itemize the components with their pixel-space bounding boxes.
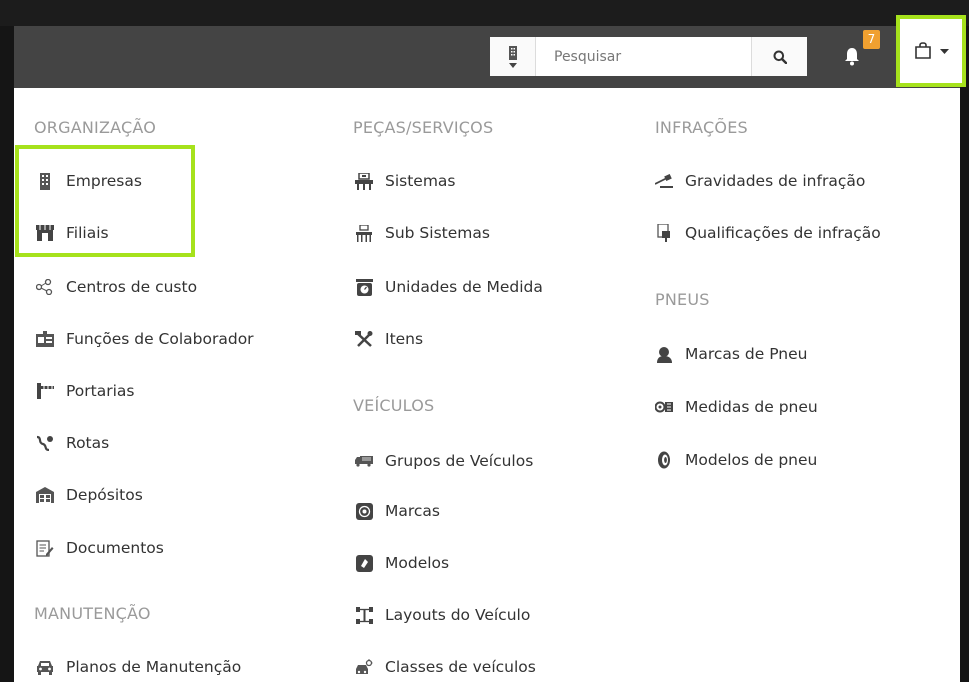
group-title-manutencao: MANUTENÇÃO xyxy=(34,604,151,623)
menu-item-modelos[interactable]: Modelos xyxy=(355,554,449,572)
menu-item-planos-de-manutencao[interactable]: Planos de Manutenção xyxy=(36,658,241,676)
menu-item-label: Medidas de pneu xyxy=(685,398,818,416)
menu-item-depositos[interactable]: Depósitos xyxy=(36,486,143,504)
search-icon xyxy=(773,50,787,64)
menu-item-label: Empresas xyxy=(66,172,142,190)
gavel-icon xyxy=(655,172,673,190)
menu-item-label: Grupos de Veículos xyxy=(385,452,534,470)
tire-measure-icon xyxy=(655,398,673,416)
car-maintenance-icon xyxy=(36,658,54,676)
menu-item-label: Modelos de pneu xyxy=(685,451,818,469)
group-title-organizacao: ORGANIZAÇÃO xyxy=(34,118,156,137)
menu-item-label: Unidades de Medida xyxy=(385,278,543,296)
group-title-pecas-servicos: PEÇAS/SERVIÇOS xyxy=(353,118,494,137)
menu-item-label: Itens xyxy=(385,330,424,348)
model-shield-icon xyxy=(355,554,373,572)
building-icon xyxy=(508,45,517,60)
route-icon xyxy=(36,434,54,452)
store-icon xyxy=(36,224,54,242)
menu-item-label: Layouts do Veículo xyxy=(385,606,531,624)
search-button[interactable] xyxy=(751,37,807,76)
user-menu-button[interactable] xyxy=(896,15,966,87)
menu-item-sistemas[interactable]: Sistemas xyxy=(355,172,456,190)
tire-brand-icon xyxy=(655,345,673,363)
network-icon xyxy=(36,278,54,296)
menu-item-centros-de-custo[interactable]: Centros de custo xyxy=(36,278,197,296)
menu-item-empresas[interactable]: Empresas xyxy=(36,172,142,190)
group-title-pneus: PNEUS xyxy=(655,290,710,309)
background-top xyxy=(0,0,969,26)
menu-item-marcas[interactable]: Marcas xyxy=(355,502,440,520)
menu-item-portarias[interactable]: Portarias xyxy=(36,382,134,400)
menu-item-sub-sistemas[interactable]: Sub Sistemas xyxy=(355,224,490,242)
menu-item-label: Planos de Manutenção xyxy=(66,658,242,676)
menu-item-unidades-de-medida[interactable]: Unidades de Medida xyxy=(355,278,543,296)
building-icon xyxy=(36,172,54,190)
caret-down-icon xyxy=(508,62,517,68)
truck-icon xyxy=(355,452,373,470)
bell-icon[interactable] xyxy=(840,44,864,68)
search-group xyxy=(490,37,807,76)
menu-item-label: Funções de Colaborador xyxy=(66,330,254,348)
top-navbar: 7 xyxy=(14,15,966,88)
shopping-bag-icon xyxy=(914,42,931,59)
menu-item-rotas[interactable]: Rotas xyxy=(36,434,109,452)
menu-item-label: Portarias xyxy=(66,382,135,400)
group-title-infracoes: INFRAÇÕES xyxy=(655,118,748,137)
menu-item-gravidades-de-infracao[interactable]: Gravidades de infração xyxy=(655,172,865,190)
menu-item-label: Qualificações de infração xyxy=(685,224,881,242)
subsystem-icon xyxy=(355,224,373,242)
gate-icon xyxy=(36,382,54,400)
brand-badge-icon xyxy=(355,502,373,520)
vehicle-class-icon xyxy=(355,658,373,676)
menu-item-label: Depósitos xyxy=(66,486,143,504)
id-badge-icon xyxy=(36,330,54,348)
menu-item-label: Sub Sistemas xyxy=(385,224,490,242)
menu-item-label: Modelos xyxy=(385,554,450,572)
document-edit-icon xyxy=(36,539,54,557)
menu-item-label: Rotas xyxy=(66,434,110,452)
menu-item-label: Classes de veículos xyxy=(385,658,536,676)
menu-item-filiais[interactable]: Filiais xyxy=(36,224,109,242)
menu-item-funcoes-de-colaborador[interactable]: Funções de Colaborador xyxy=(36,330,254,348)
menu-item-itens[interactable]: Itens xyxy=(355,330,423,348)
search-input[interactable] xyxy=(536,37,751,76)
menu-item-medidas-de-pneu[interactable]: Medidas de pneu xyxy=(655,398,818,416)
menu-item-label: Documentos xyxy=(66,539,164,557)
menu-item-layouts-do-veiculo[interactable]: Layouts do Veículo xyxy=(355,606,530,624)
scale-icon xyxy=(355,278,373,296)
menu-item-qualificacoes-de-infracao[interactable]: Qualificações de infração xyxy=(655,224,881,242)
dropdown-menu-panel: ORGANIZAÇÃO Empresas Filiais Centros de … xyxy=(14,88,960,682)
background-left xyxy=(0,26,14,682)
qualification-icon xyxy=(655,224,673,242)
menu-item-classes-de-veiculos[interactable]: Classes de veículos xyxy=(355,658,536,676)
warehouse-icon xyxy=(36,486,54,504)
background-right xyxy=(960,26,969,682)
search-type-dropdown[interactable] xyxy=(490,37,536,76)
menu-item-label: Marcas de Pneu xyxy=(685,345,808,363)
group-title-veiculos: VEÍCULOS xyxy=(353,396,435,415)
menu-item-marcas-de-pneu[interactable]: Marcas de Pneu xyxy=(655,345,808,363)
menu-item-label: Sistemas xyxy=(385,172,456,190)
menu-item-label: Marcas xyxy=(385,502,440,520)
system-icon xyxy=(355,172,373,190)
axle-layout-icon xyxy=(355,606,373,624)
menu-item-modelos-de-pneu[interactable]: Modelos de pneu xyxy=(655,451,817,469)
menu-item-grupos-de-veiculos[interactable]: Grupos de Veículos xyxy=(355,452,533,470)
menu-item-documentos[interactable]: Documentos xyxy=(36,539,164,557)
caret-down-icon xyxy=(939,48,949,54)
menu-item-label: Filiais xyxy=(66,224,109,242)
menu-item-label: Gravidades de infração xyxy=(685,172,866,190)
tools-icon xyxy=(355,330,373,348)
tire-icon xyxy=(655,451,673,469)
notification-badge: 7 xyxy=(863,30,880,49)
menu-item-label: Centros de custo xyxy=(66,278,198,296)
